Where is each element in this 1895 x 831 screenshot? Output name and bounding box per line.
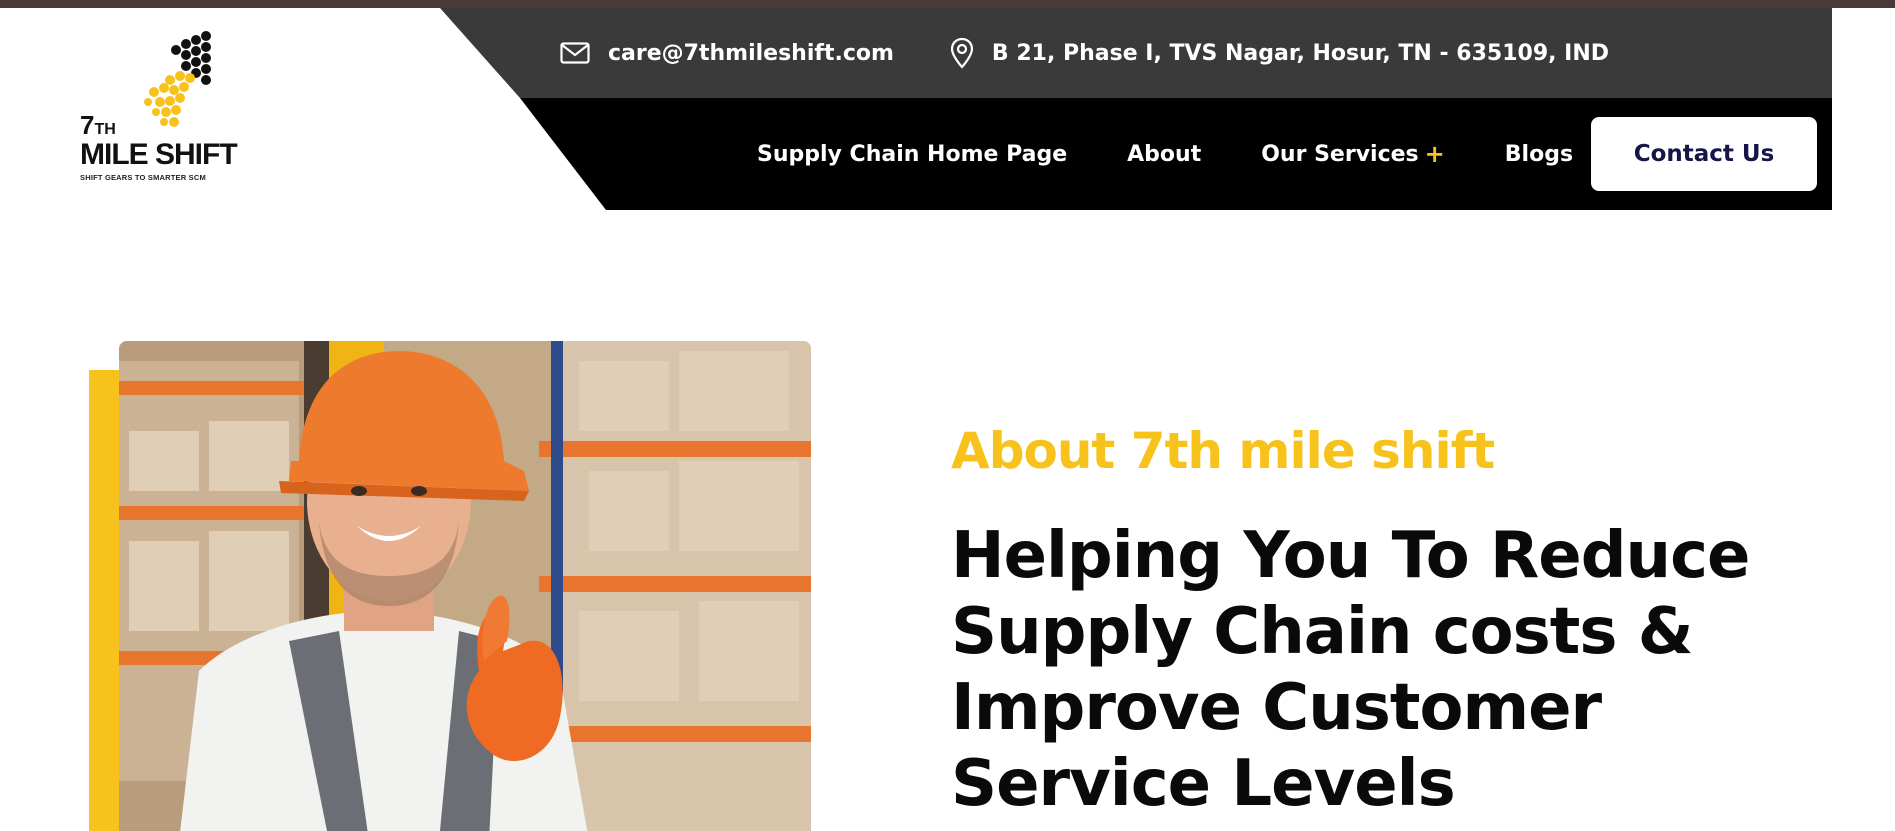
hero-headline: Helping You To Reduce Supply Chain costs…: [951, 519, 1750, 821]
location-pin-icon: [950, 37, 974, 69]
address-link[interactable]: B 21, Phase I, TVS Nagar, Hosur, TN - 63…: [950, 37, 1609, 69]
hero-image: [119, 341, 811, 831]
contact-info-bar: care@7thmileshift.com B 21, Phase I, TVS…: [560, 8, 1832, 98]
contact-us-button[interactable]: Contact Us: [1591, 117, 1817, 191]
mail-icon: [560, 42, 590, 64]
email-link[interactable]: care@7thmileshift.com: [560, 41, 894, 66]
logo-number: 7TH: [80, 110, 116, 140]
logo-tagline: SHIFT GEARS TO SMARTER SCM: [80, 173, 206, 182]
site-logo[interactable]: 7TH MILE SHIFT SHIFT GEARS TO SMARTER SC…: [80, 30, 238, 190]
top-border-strip: [0, 0, 1895, 8]
about-label: About 7th mile shift: [951, 422, 1495, 480]
accent-bar: [89, 370, 120, 831]
logo-name: MILE SHIFT: [80, 138, 238, 171]
nav-blogs[interactable]: Blogs: [1505, 142, 1573, 167]
address-text: B 21, Phase I, TVS Nagar, Hosur, TN - 63…: [991, 40, 1610, 66]
nav-our-services[interactable]: Our Services +: [1261, 140, 1445, 168]
plus-icon: +: [1424, 140, 1445, 168]
email-text: care@7thmileshift.com: [608, 40, 894, 66]
nav-supply-chain-home[interactable]: Supply Chain Home Page: [757, 142, 1067, 167]
nav-about[interactable]: About: [1127, 142, 1201, 167]
main-navigation: Supply Chain Home Page About Our Service…: [700, 98, 1832, 210]
nav-our-services-label: Our Services: [1261, 141, 1419, 167]
logo-suffix: TH: [94, 121, 116, 138]
warehouse-worker-image: [119, 341, 811, 831]
logo-dots-mark: [144, 31, 211, 127]
